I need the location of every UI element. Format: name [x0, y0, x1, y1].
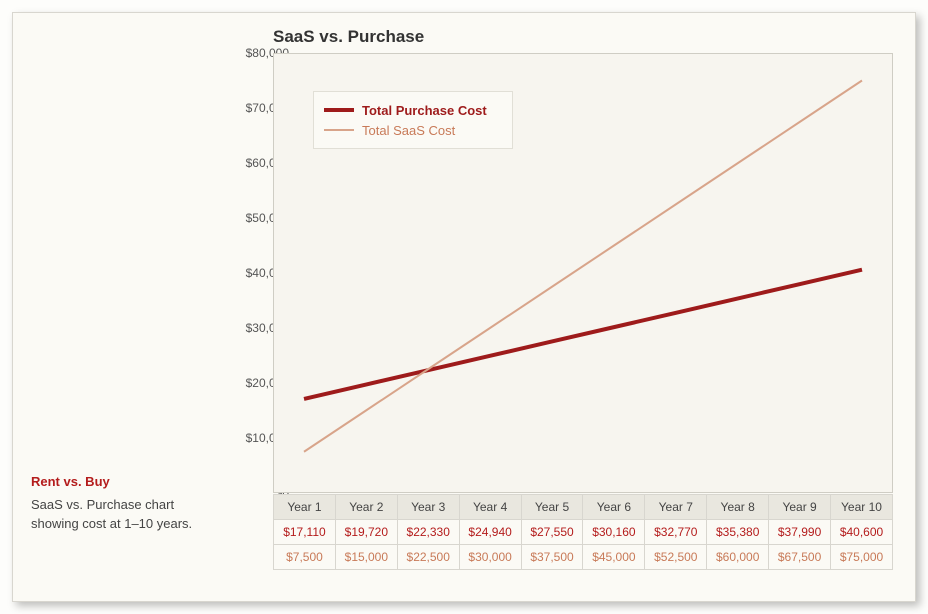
legend-label-saas: Total SaaS Cost — [362, 123, 455, 138]
legend: Total Purchase Cost Total SaaS Cost — [313, 91, 513, 149]
table-cell: $24,940 — [459, 520, 521, 545]
table-cell: $52,500 — [645, 545, 707, 570]
table-cell: $60,000 — [707, 545, 769, 570]
series-purchase-line — [304, 270, 862, 399]
table-header-cell: Year 2 — [335, 495, 397, 520]
table-header-cell: Year 9 — [769, 495, 831, 520]
table-cell: $40,600 — [831, 520, 893, 545]
table-cell: $15,000 — [335, 545, 397, 570]
table-cell: $35,380 — [707, 520, 769, 545]
table-header-cell: Year 6 — [583, 495, 645, 520]
table-header-cell: Year 3 — [397, 495, 459, 520]
table-cell: $7,500 — [274, 545, 336, 570]
table-cell: $37,990 — [769, 520, 831, 545]
table-cell: $22,330 — [397, 520, 459, 545]
table-cell: $30,160 — [583, 520, 645, 545]
legend-item-saas: Total SaaS Cost — [324, 120, 502, 140]
table-header-cell: Year 8 — [707, 495, 769, 520]
legend-label-purchase: Total Purchase Cost — [362, 103, 487, 118]
table-cell: $45,000 — [583, 545, 645, 570]
table-cell: $30,000 — [459, 545, 521, 570]
legend-item-purchase: Total Purchase Cost — [324, 100, 502, 120]
table-cell: $22,500 — [397, 545, 459, 570]
table-cell: $75,000 — [831, 545, 893, 570]
legend-swatch-saas — [324, 129, 354, 131]
chart-card: SaaS vs. Purchase Rent vs. Buy SaaS vs. … — [12, 12, 916, 602]
table-cell: $37,500 — [521, 545, 583, 570]
table-cell: $67,500 — [769, 545, 831, 570]
chart-caption: Rent vs. Buy SaaS vs. Purchase chart sho… — [31, 473, 221, 534]
table-header-cell: Year 4 — [459, 495, 521, 520]
table-header-cell: Year 5 — [521, 495, 583, 520]
table-cell: $19,720 — [335, 520, 397, 545]
caption-title: Rent vs. Buy — [31, 473, 221, 492]
table-header-cell: Year 10 — [831, 495, 893, 520]
table-cell: $27,550 — [521, 520, 583, 545]
chart-data-table: Year 1Year 2Year 3Year 4Year 5Year 6Year… — [273, 494, 893, 570]
caption-body: SaaS vs. Purchase chart showing cost at … — [31, 497, 192, 531]
chart-title: SaaS vs. Purchase — [273, 27, 424, 47]
table-cell: $17,110 — [274, 520, 336, 545]
table-cell: $32,770 — [645, 520, 707, 545]
legend-swatch-purchase — [324, 108, 354, 112]
table-header-cell: Year 7 — [645, 495, 707, 520]
table-header-cell: Year 1 — [274, 495, 336, 520]
